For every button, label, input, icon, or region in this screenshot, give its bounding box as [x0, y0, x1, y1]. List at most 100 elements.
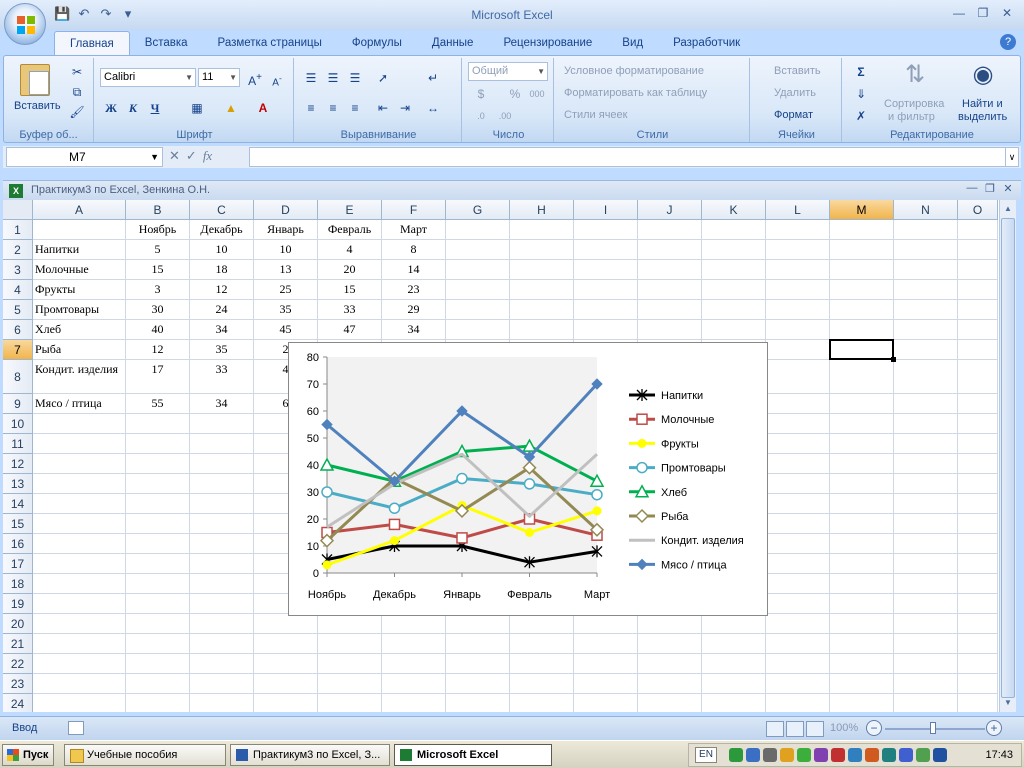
cell-j20[interactable] [638, 614, 702, 634]
cell-o11[interactable] [958, 434, 998, 454]
cell-c14[interactable] [190, 494, 254, 514]
cell-n6[interactable] [894, 320, 958, 340]
cell-e5[interactable]: 33 [318, 300, 382, 320]
format-as-table-button[interactable]: Форматировать как таблицу [564, 87, 707, 99]
cell-m18[interactable] [830, 574, 894, 594]
cell-n9[interactable] [894, 394, 958, 414]
cell-a17[interactable] [33, 554, 126, 574]
cell-o22[interactable] [958, 654, 998, 674]
tray-app-icon[interactable] [780, 748, 794, 762]
row-header-15[interactable]: 15 [3, 514, 33, 534]
cell-e22[interactable] [318, 654, 382, 674]
tray-app-icon[interactable] [882, 748, 896, 762]
row-header-8[interactable]: 8 [3, 360, 33, 394]
cell-c9[interactable]: 34 [190, 394, 254, 414]
cell-m11[interactable] [830, 434, 894, 454]
cell-b7[interactable]: 12 [126, 340, 190, 360]
zoom-out-icon[interactable]: − [866, 720, 882, 736]
cell-a4[interactable]: Фрукты [33, 280, 126, 300]
cell-d22[interactable] [254, 654, 318, 674]
cell-l7[interactable] [766, 340, 830, 360]
column-header-o[interactable]: O [958, 200, 998, 220]
cell-g5[interactable] [446, 300, 510, 320]
cell-h5[interactable] [510, 300, 574, 320]
cell-a13[interactable] [33, 474, 126, 494]
cell-b2[interactable]: 5 [126, 240, 190, 260]
orientation-icon[interactable]: ➚ [372, 68, 394, 88]
cell-m3[interactable] [830, 260, 894, 280]
tab-developer[interactable]: Разработчик [658, 31, 755, 55]
task-excel[interactable]: Microsoft Excel [394, 744, 552, 766]
cell-m19[interactable] [830, 594, 894, 614]
cell-c5[interactable]: 24 [190, 300, 254, 320]
tray-app-icon[interactable] [865, 748, 879, 762]
name-box[interactable]: M7 ▼ [6, 147, 163, 167]
cell-n17[interactable] [894, 554, 958, 574]
cell-g1[interactable] [446, 220, 510, 240]
cell-i2[interactable] [574, 240, 638, 260]
cell-c6[interactable]: 34 [190, 320, 254, 340]
cell-a7[interactable]: Рыба [33, 340, 126, 360]
cell-c11[interactable] [190, 434, 254, 454]
cell-l3[interactable] [766, 260, 830, 280]
cell-m24[interactable] [830, 694, 894, 712]
cell-h6[interactable] [510, 320, 574, 340]
cell-d1[interactable]: Январь [254, 220, 318, 240]
borders-icon[interactable]: ▦ [186, 98, 208, 118]
cell-b15[interactable] [126, 514, 190, 534]
cell-l5[interactable] [766, 300, 830, 320]
column-header-i[interactable]: I [574, 200, 638, 220]
cell-o2[interactable] [958, 240, 998, 260]
cell-d5[interactable]: 35 [254, 300, 318, 320]
cell-a16[interactable] [33, 534, 126, 554]
cell-c16[interactable] [190, 534, 254, 554]
cell-n7[interactable] [894, 340, 958, 360]
bluetooth-icon[interactable] [933, 748, 947, 762]
cell-d21[interactable] [254, 634, 318, 654]
cell-b23[interactable] [126, 674, 190, 694]
cell-l21[interactable] [766, 634, 830, 654]
cell-c22[interactable] [190, 654, 254, 674]
cell-c24[interactable] [190, 694, 254, 712]
cell-o4[interactable] [958, 280, 998, 300]
cell-n19[interactable] [894, 594, 958, 614]
sort-filter-icon[interactable]: ⇅ [900, 60, 930, 90]
cell-a1[interactable] [33, 220, 126, 240]
cell-m4[interactable] [830, 280, 894, 300]
cell-b10[interactable] [126, 414, 190, 434]
cell-o14[interactable] [958, 494, 998, 514]
cell-a2[interactable]: Напитки [33, 240, 126, 260]
align-center-icon[interactable]: ≡ [322, 98, 344, 118]
cell-h23[interactable] [510, 674, 574, 694]
cancel-icon[interactable]: ✕ [169, 148, 180, 164]
tab-review[interactable]: Рецензирование [488, 31, 607, 55]
cell-c8[interactable]: 33 [190, 360, 254, 394]
cell-m5[interactable] [830, 300, 894, 320]
cell-l13[interactable] [766, 474, 830, 494]
column-header-n[interactable]: N [894, 200, 958, 220]
task-word-document[interactable]: Практикум3 по Excel, З... [230, 744, 390, 766]
bold-button[interactable]: Ж [100, 98, 122, 118]
sort-filter-label-1[interactable]: Сортировка [884, 98, 944, 110]
align-right-icon[interactable]: ≡ [344, 98, 366, 118]
column-header-d[interactable]: D [254, 200, 318, 220]
cell-h21[interactable] [510, 634, 574, 654]
minimize-icon[interactable]: — [965, 182, 979, 195]
paste-button[interactable]: Вставить [14, 100, 61, 112]
cell-o12[interactable] [958, 454, 998, 474]
cell-l14[interactable] [766, 494, 830, 514]
row-header-17[interactable]: 17 [3, 554, 33, 574]
cell-e1[interactable]: Февраль [318, 220, 382, 240]
cell-b6[interactable]: 40 [126, 320, 190, 340]
tab-home[interactable]: Главная [54, 31, 130, 55]
decrease-decimal-icon[interactable]: .00 [494, 106, 516, 126]
paste-icon[interactable] [20, 64, 50, 96]
cell-o21[interactable] [958, 634, 998, 654]
fill-color-icon[interactable]: ▲ [220, 98, 242, 118]
cell-o13[interactable] [958, 474, 998, 494]
column-header-e[interactable]: E [318, 200, 382, 220]
cell-c21[interactable] [190, 634, 254, 654]
column-header-a[interactable]: A [33, 200, 126, 220]
cell-b12[interactable] [126, 454, 190, 474]
find-select-label-1[interactable]: Найти и [962, 98, 1003, 110]
